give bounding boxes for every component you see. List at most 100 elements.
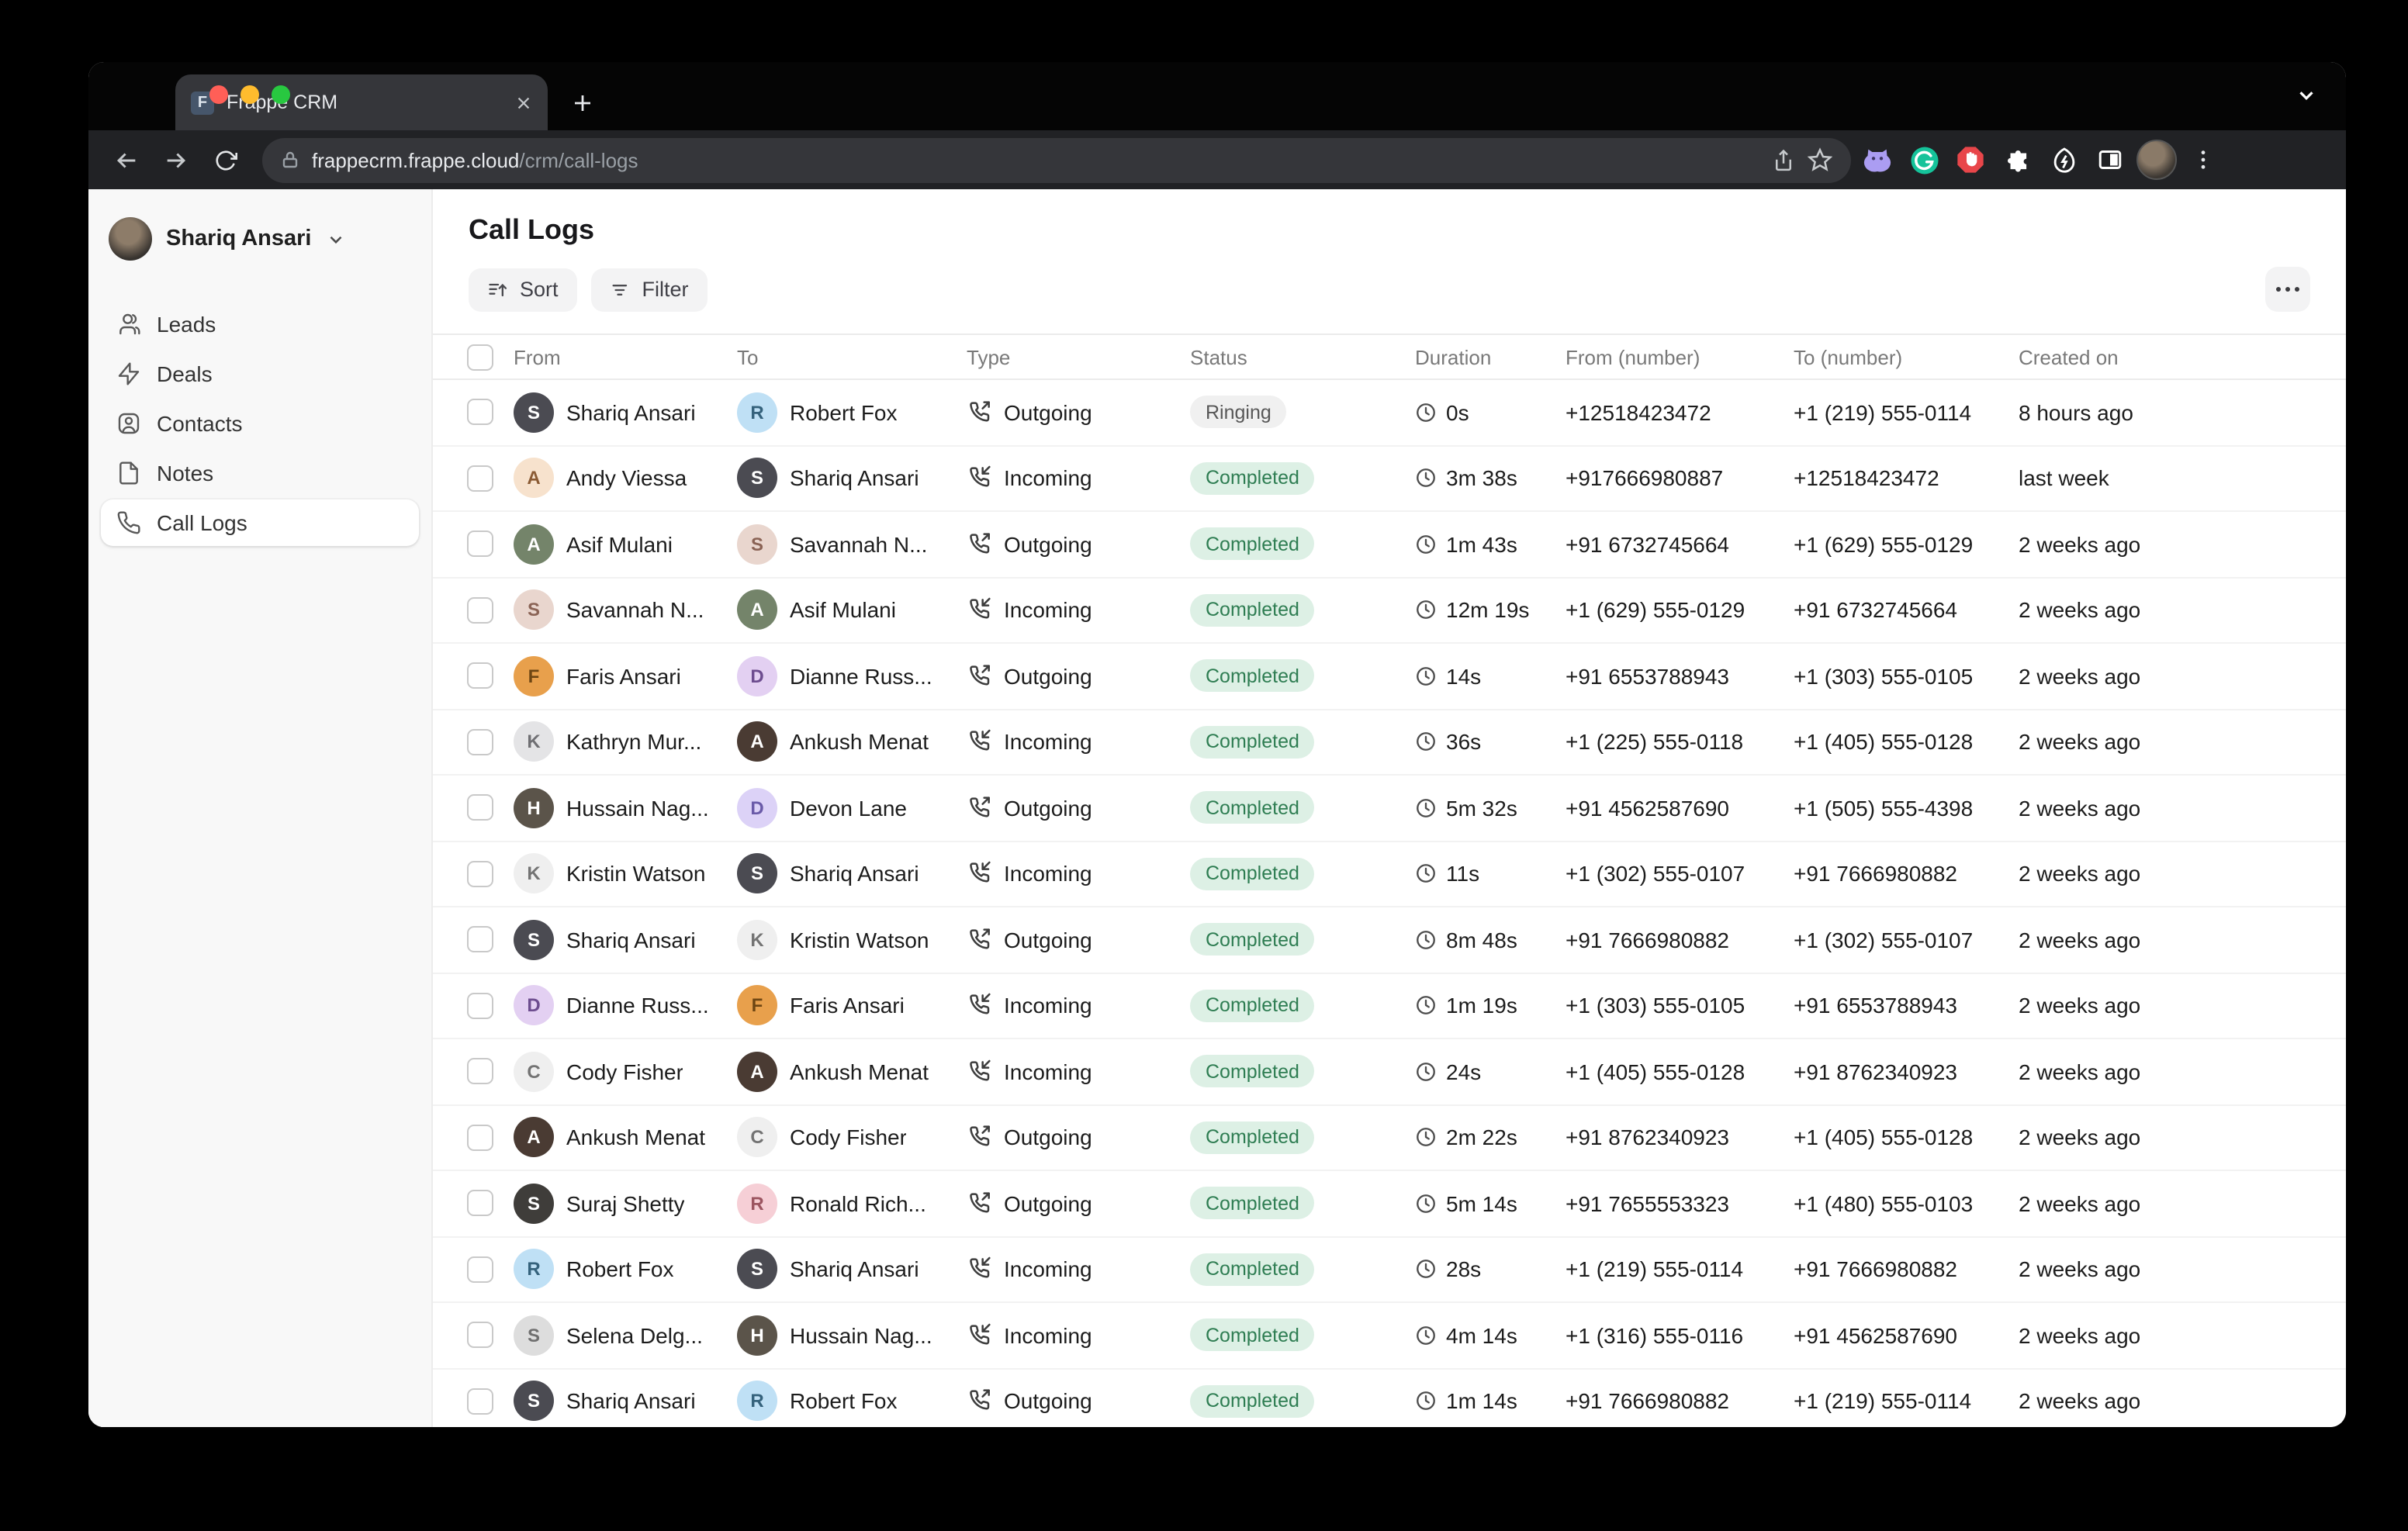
from-name: Cody Fisher [566, 1059, 683, 1084]
from-avatar: H [514, 788, 554, 828]
user-dropdown[interactable]: Shariq Ansari [88, 214, 431, 264]
table-row[interactable]: SShariq AnsariRRobert FoxOutgoingRinging… [433, 380, 2346, 446]
row-checkbox[interactable] [467, 1059, 493, 1085]
row-checkbox[interactable] [467, 399, 493, 426]
table-row[interactable]: RRobert FoxSShariq AnsariIncomingComplet… [433, 1237, 2346, 1303]
reload-button[interactable] [203, 138, 247, 181]
row-checkbox[interactable] [467, 1256, 493, 1283]
row-checkbox[interactable] [467, 663, 493, 689]
row-checkbox[interactable] [467, 795, 493, 821]
table-row[interactable]: SShariq AnsariKKristin WatsonOutgoingCom… [433, 907, 2346, 973]
table-row[interactable]: AAndy ViessaSShariq AnsariIncomingComple… [433, 446, 2346, 512]
table-row[interactable]: SSavannah N...AAsif MulaniIncomingComple… [433, 578, 2346, 644]
column-header-from[interactable]: From [514, 345, 737, 368]
to-avatar: H [737, 1315, 777, 1356]
table-row[interactable]: SSuraj ShettyRRonald Rich...OutgoingComp… [433, 1171, 2346, 1237]
clock-icon [1415, 863, 1437, 885]
row-checkbox[interactable] [467, 465, 493, 492]
to-name: Devon Lane [790, 796, 907, 821]
close-window-button[interactable] [209, 85, 228, 104]
tab-close-icon[interactable] [515, 94, 532, 111]
sort-button[interactable]: Sort [469, 268, 577, 311]
table-row[interactable]: AAsif MulaniSSavannah N...OutgoingComple… [433, 512, 2346, 578]
row-checkbox[interactable] [467, 1191, 493, 1217]
status-badge: Completed [1190, 1121, 1315, 1154]
extensions-puzzle-icon[interactable] [1997, 140, 2037, 180]
to-avatar: S [737, 1249, 777, 1290]
table-row[interactable]: CCody FisherAAnkush MenatIncomingComplet… [433, 1039, 2346, 1105]
column-header-created-on[interactable]: Created on [2019, 345, 2321, 368]
column-header-to[interactable]: To [737, 345, 967, 368]
table-row[interactable]: SShariq AnsariRRobert FoxOutgoingComplet… [433, 1369, 2346, 1427]
column-header-to-number[interactable]: To (number) [1794, 345, 2019, 368]
sidebar-item-leads[interactable]: Leads [101, 301, 419, 347]
sidebar-item-call-logs[interactable]: Call Logs [101, 499, 419, 546]
address-bar[interactable]: frappecrm.frappe.cloud/crm/call-logs [262, 137, 1851, 182]
main-content: Call Logs Sort Filter [433, 189, 2346, 1427]
table-row[interactable]: HHussain Nag...DDevon LaneOutgoingComple… [433, 776, 2346, 842]
sidebar-item-deals[interactable]: Deals [101, 351, 419, 397]
sidebar-item-notes[interactable]: Notes [101, 450, 419, 496]
row-checkbox[interactable] [467, 729, 493, 755]
row-checkbox[interactable] [467, 993, 493, 1019]
leaf-extension-icon[interactable] [2043, 140, 2084, 180]
more-options-button[interactable] [2265, 267, 2310, 312]
clock-icon [1415, 665, 1437, 687]
table-row[interactable]: KKristin WatsonSShariq AnsariIncomingCom… [433, 842, 2346, 907]
sidebar-item-label: Leads [157, 312, 216, 337]
back-button[interactable] [104, 138, 147, 181]
to-number: +12518423472 [1794, 466, 2019, 491]
column-header-type[interactable]: Type [967, 345, 1190, 368]
share-icon[interactable] [1772, 148, 1795, 171]
status-badge: Completed [1190, 792, 1315, 824]
column-header-duration[interactable]: Duration [1415, 345, 1566, 368]
created-on: 2 weeks ago [2019, 730, 2321, 755]
row-checkbox[interactable] [467, 1322, 493, 1349]
sidebar-toggle-icon[interactable] [2090, 140, 2130, 180]
table-row[interactable]: KKathryn Mur...AAnkush MenatIncomingComp… [433, 710, 2346, 776]
row-checkbox[interactable] [467, 927, 493, 953]
new-tab-button[interactable] [560, 81, 604, 124]
clock-icon [1415, 1193, 1437, 1215]
to-avatar: R [737, 392, 777, 433]
sort-icon [487, 278, 509, 300]
url-path: /crm/call-logs [519, 148, 638, 171]
duration: 8m 48s [1446, 928, 1517, 952]
table-row[interactable]: DDianne Russ...FFaris AnsariIncomingComp… [433, 973, 2346, 1039]
row-checkbox[interactable] [467, 1125, 493, 1151]
status-badge: Completed [1190, 1187, 1315, 1220]
to-number: +1 (219) 555-0114 [1794, 1389, 2019, 1414]
column-header-status[interactable]: Status [1190, 345, 1415, 368]
row-checkbox[interactable] [467, 531, 493, 558]
sidebar-item-contacts[interactable]: Contacts [101, 400, 419, 447]
grammarly-extension-icon[interactable] [1904, 140, 1944, 180]
from-number: +1 (303) 555-0105 [1566, 994, 1794, 1018]
phone-incoming-icon [967, 730, 991, 755]
from-number: +91 7655553323 [1566, 1191, 1794, 1216]
bookmark-star-icon[interactable] [1808, 147, 1832, 172]
table-row[interactable]: SSelena Delg...HHussain Nag...IncomingCo… [433, 1303, 2346, 1369]
column-header-from-number[interactable]: From (number) [1566, 345, 1794, 368]
table-row[interactable]: FFaris AnsariDDianne Russ...OutgoingComp… [433, 644, 2346, 710]
from-avatar: A [514, 1118, 554, 1158]
filter-button[interactable]: Filter [591, 268, 708, 311]
desktop: F Frappe CRM frappecrm.frappe.cloud/crm/… [0, 0, 2408, 1531]
row-checkbox[interactable] [467, 597, 493, 624]
to-name: Asif Mulani [790, 598, 896, 623]
minimize-window-button[interactable] [240, 85, 259, 104]
from-avatar: C [514, 1052, 554, 1092]
from-avatar: S [514, 1315, 554, 1356]
github-extension-icon[interactable] [1857, 140, 1898, 180]
tab-search-chevron-icon[interactable] [2295, 84, 2318, 115]
browser-profile-avatar[interactable] [2136, 140, 2177, 180]
phone-incoming-icon [967, 598, 991, 623]
row-checkbox[interactable] [467, 1388, 493, 1415]
browser-menu-kebab-icon[interactable] [2183, 140, 2223, 180]
zoom-window-button[interactable] [272, 85, 290, 104]
select-all-checkbox[interactable] [467, 344, 493, 370]
row-checkbox[interactable] [467, 861, 493, 887]
adblock-extension-icon[interactable] [1950, 140, 1991, 180]
macos-traffic-lights[interactable] [209, 85, 290, 104]
forward-button[interactable] [154, 138, 197, 181]
table-row[interactable]: AAnkush MenatCCody FisherOutgoingComplet… [433, 1105, 2346, 1171]
